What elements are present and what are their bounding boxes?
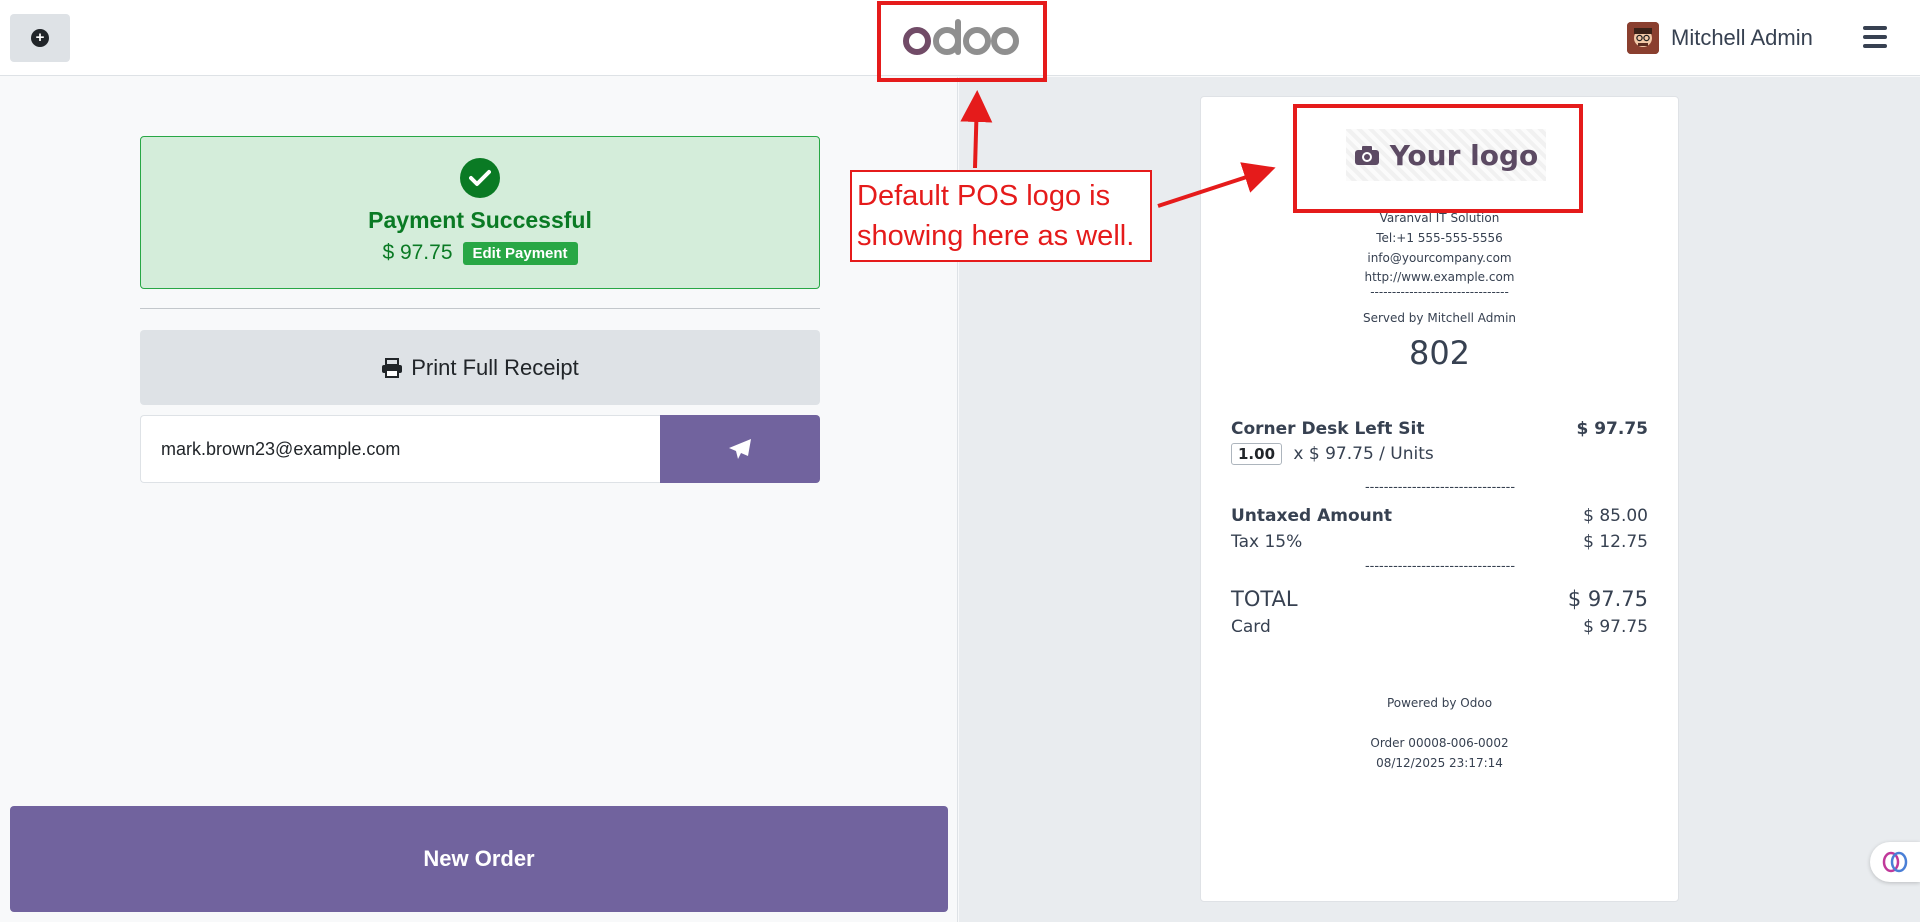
new-order-button[interactable]: New Order <box>10 806 948 912</box>
order-number: 802 <box>1408 334 1471 372</box>
header-separator: -------------------------------- <box>1370 285 1509 299</box>
served-by: Served by Mitchell Admin <box>1362 311 1517 325</box>
powered-by: Powered by Odoo <box>1386 696 1493 710</box>
tax-value: $ 12.75 <box>1583 532 1648 552</box>
payment-amount: $ 97.75 <box>382 241 453 264</box>
send-email-button[interactable] <box>660 415 820 483</box>
card-label: Card <box>1231 617 1271 637</box>
untaxed-label: Untaxed Amount <box>1231 506 1392 526</box>
user-name: Mitchell Admin <box>1671 25 1813 50</box>
untaxed-value: $ 85.00 <box>1583 506 1648 526</box>
order-datetime: 08/12/2025 23:17:14 <box>1376 756 1503 770</box>
brain-icon <box>1882 851 1908 873</box>
payment-pane: Payment Successful $ 97.75 Edit Payment … <box>0 77 958 922</box>
menu-icon[interactable] <box>1863 26 1887 48</box>
total-label: TOTAL <box>1231 587 1298 611</box>
quantity: 1.00 <box>1231 443 1283 465</box>
plus-circle-icon: + <box>31 29 49 47</box>
paper-plane-icon <box>729 439 751 459</box>
annotation-box-receipt-logo <box>1293 104 1583 213</box>
tax-label: Tax 15% <box>1231 532 1303 552</box>
ai-assistant-button[interactable] <box>1870 842 1920 882</box>
dash-separator: -------------------------------- <box>1364 480 1516 495</box>
avatar <box>1627 22 1659 54</box>
check-circle-icon <box>460 158 500 198</box>
new-session-button[interactable]: + <box>10 14 70 62</box>
email-receipt-row <box>140 415 820 483</box>
print-receipt-label: Print Full Receipt <box>411 354 579 380</box>
product-price: $ 97.75 <box>1576 419 1648 439</box>
printer-icon <box>382 357 403 378</box>
email-input[interactable] <box>140 415 660 483</box>
user-menu[interactable]: Mitchell Admin <box>1627 22 1813 54</box>
company-phone: Tel:+1 555-555-5556 <box>1376 231 1503 245</box>
divider <box>140 308 820 309</box>
product-name: Corner Desk Left Sit <box>1231 419 1425 439</box>
card-value: $ 97.75 <box>1583 617 1648 637</box>
payment-amount-row: $ 97.75 Edit Payment <box>141 241 819 265</box>
print-receipt-button[interactable]: Print Full Receipt <box>140 330 820 405</box>
dash-separator: -------------------------------- <box>1364 559 1516 574</box>
total-value: $ 97.75 <box>1567 587 1648 611</box>
payment-status-title: Payment Successful <box>368 207 592 233</box>
unit-detail: x $ 97.75 / Units <box>1293 444 1434 464</box>
receipt: Your logo Varanval IT Solution Tel:+1 55… <box>1200 96 1679 902</box>
company-name: Varanval IT Solution <box>1379 211 1500 225</box>
annotation-box-header-logo <box>877 1 1047 82</box>
company-email: info@yourcompany.com <box>1367 251 1512 265</box>
edit-payment-button[interactable]: Edit Payment <box>462 241 578 265</box>
company-website: http://www.example.com <box>1364 270 1515 284</box>
order-reference: Order 00008-006-0002 <box>1370 736 1509 750</box>
payment-success-card: Payment Successful $ 97.75 Edit Payment <box>140 136 820 289</box>
annotation-callout: Default POS logo is showing here as well… <box>850 170 1152 262</box>
